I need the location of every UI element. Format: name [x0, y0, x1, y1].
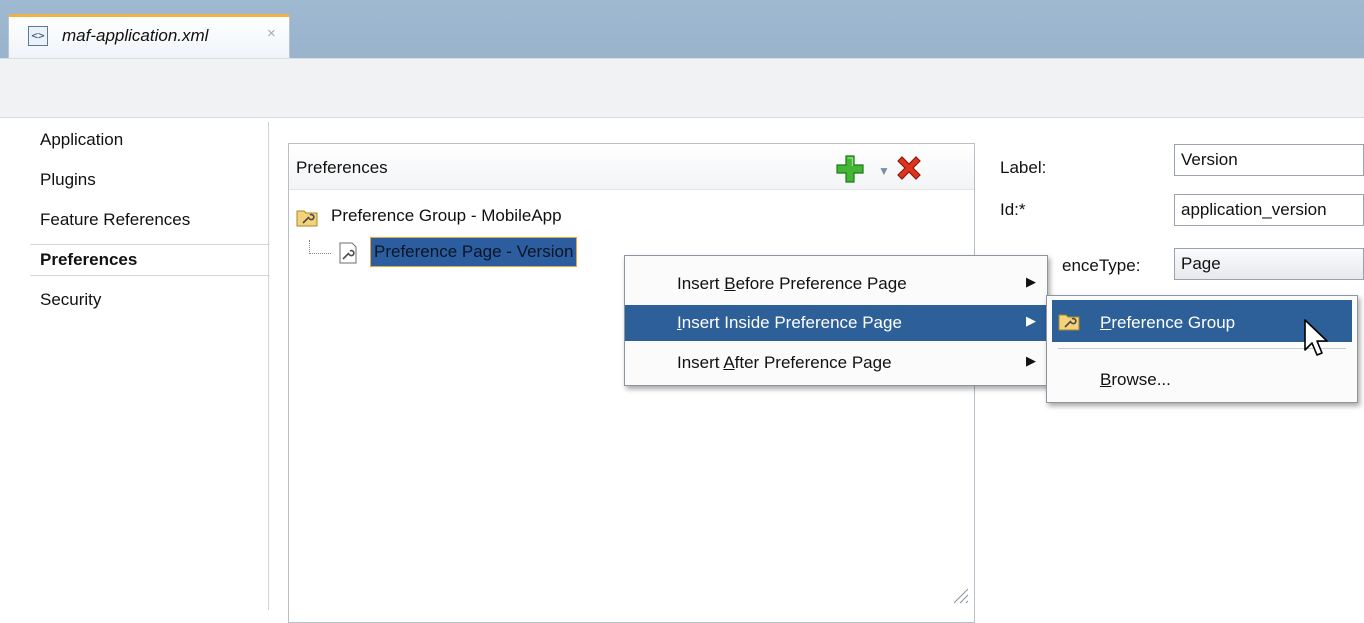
submenu-arrow-icon: ▶ — [1026, 274, 1036, 289]
resize-grip-icon[interactable] — [950, 585, 970, 605]
menu-item-insert-after[interactable]: Insert After Preference Page ▶ — [625, 345, 1047, 381]
id-field-caption: Id:* — [1000, 200, 1026, 219]
submenu-item-browse[interactable] — [1052, 358, 1352, 398]
submenu-item-preference-group-label: Preference Group — [1100, 313, 1236, 332]
type-select[interactable]: Page — [1174, 248, 1364, 280]
xml-file-icon: <> — [28, 26, 48, 46]
tree-connector — [309, 240, 331, 254]
preference-group-icon — [296, 210, 318, 227]
preference-page-icon — [339, 242, 357, 264]
type-field-caption: enceType: — [1062, 256, 1141, 275]
delete-icon[interactable] — [892, 152, 926, 186]
add-icon[interactable] — [833, 152, 867, 186]
preferences-panel-header — [289, 144, 974, 190]
nav-item-preferences[interactable]: Preferences — [40, 250, 137, 270]
menu-item-insert-before[interactable]: Insert Before Preference Page ▶ — [625, 266, 1047, 302]
tree-item-preference-group[interactable]: Preference Group - MobileApp — [331, 206, 562, 226]
label-field-caption: Label: — [1000, 158, 1047, 177]
submenu-item-browse-label: Browse... — [1100, 370, 1171, 389]
tree-item-preference-page[interactable]: Preference Page - Version — [370, 237, 578, 267]
nav-item-feature-references[interactable]: Feature References — [40, 210, 190, 230]
nav-item-application[interactable]: Application — [40, 130, 123, 150]
submenu-arrow-icon: ▶ — [1026, 353, 1036, 368]
submenu-arrow-icon: ▶ — [1026, 313, 1036, 328]
nav-item-plugins[interactable]: Plugins — [40, 170, 96, 190]
label-field[interactable]: Version — [1174, 144, 1364, 176]
mouse-cursor-icon — [1304, 319, 1328, 356]
add-dropdown-chevron-icon[interactable]: ▼ — [878, 164, 890, 178]
id-field[interactable]: application_version — [1174, 194, 1364, 226]
nav-divider — [268, 122, 269, 610]
active-tab-accent — [8, 14, 290, 17]
close-tab-icon[interactable]: × — [267, 25, 276, 42]
preference-group-icon — [1058, 314, 1080, 331]
nav-item-security[interactable]: Security — [40, 290, 101, 310]
preferences-panel-title: Preferences — [296, 158, 388, 177]
editor-toolbar-band — [0, 58, 1364, 118]
editor-tab-title: maf-application.xml — [62, 26, 209, 45]
menu-item-insert-inside[interactable]: Insert Inside Preference Page ▶ — [625, 305, 1047, 341]
